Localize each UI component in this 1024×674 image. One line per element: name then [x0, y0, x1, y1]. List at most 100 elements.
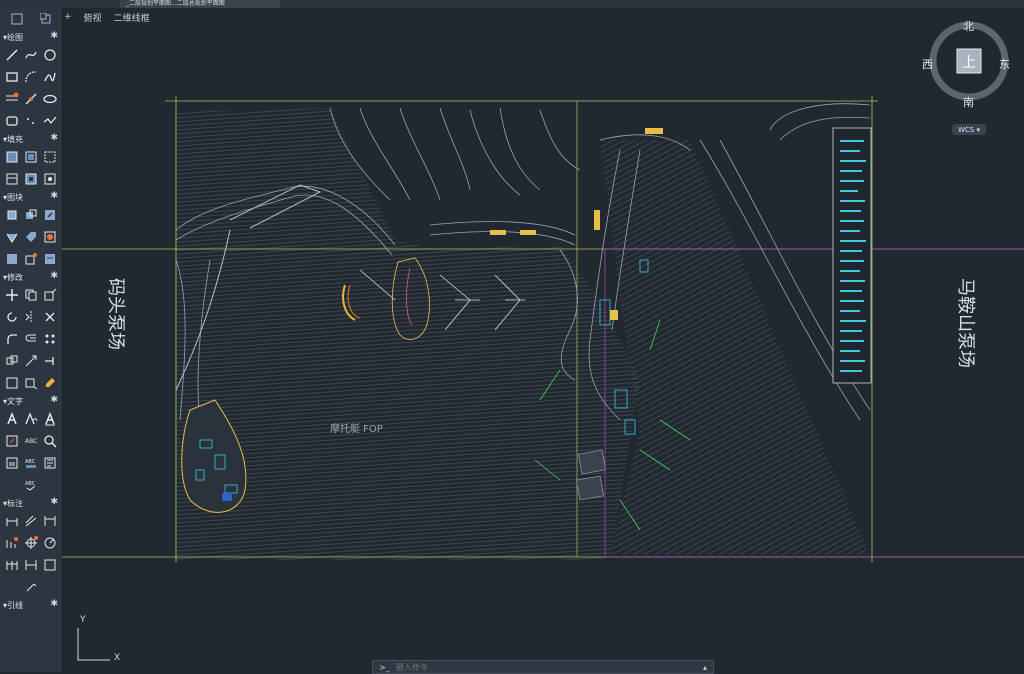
aligned-dim-icon[interactable] [24, 514, 38, 528]
viewcube[interactable]: 北 南 东 西 上 [922, 18, 1012, 109]
explode-icon[interactable] [5, 354, 19, 368]
ordinate-dim-icon[interactable] [43, 514, 57, 528]
erase-icon[interactable] [43, 376, 57, 390]
drawing-tab[interactable]: _二层规划平面图...二层总规划平面图 [120, 0, 280, 8]
hatch-icon[interactable] [5, 92, 19, 106]
break-icon[interactable] [24, 376, 38, 390]
text-align-icon[interactable]: ABC [24, 456, 38, 470]
layout-icon[interactable] [39, 12, 53, 26]
viewcube-east[interactable]: 东 [999, 56, 1010, 72]
radius-dim-icon[interactable] [43, 536, 57, 550]
image-icon[interactable] [24, 172, 38, 186]
point-icon[interactable] [24, 114, 38, 128]
section-block-header[interactable]: ▾ 图块 ✱ [0, 190, 62, 204]
rotate-icon[interactable] [5, 310, 19, 324]
copy-icon[interactable] [24, 288, 38, 302]
block-palette-icon[interactable] [5, 252, 19, 266]
tool-row [0, 110, 62, 132]
gear-icon[interactable]: ✱ [50, 31, 58, 41]
fillet-icon[interactable] [5, 332, 19, 346]
block-define-icon[interactable] [43, 230, 57, 244]
wcs-menu-button[interactable]: WCS ▾ [952, 124, 986, 135]
table-icon[interactable] [5, 172, 19, 186]
arc-icon[interactable] [24, 70, 38, 84]
drawing-canvas[interactable]: 码头泵场 马鞍山泵场 摩托艇 FOP Y X [62, 24, 1024, 672]
view-menu-button[interactable]: 俯视 [82, 11, 104, 24]
tool-row [0, 408, 62, 430]
attribute-icon[interactable] [5, 230, 19, 244]
xref-icon[interactable] [24, 252, 38, 266]
ellipse-icon[interactable] [43, 92, 57, 106]
offset-icon[interactable] [24, 332, 38, 346]
tool-row [0, 88, 62, 110]
section-draw-header[interactable]: ▾ 绘图 ✱ [0, 30, 62, 44]
dim-style-icon[interactable] [24, 558, 38, 572]
section-hatch-header[interactable]: ▾ 填充 ✱ [0, 132, 62, 146]
gear-icon[interactable]: ✱ [50, 497, 58, 507]
gear-icon[interactable]: ✱ [50, 191, 58, 201]
single-text-icon[interactable] [43, 412, 57, 426]
spell-check-icon[interactable]: ABC [24, 434, 38, 448]
viewcube-north[interactable]: 北 [963, 18, 974, 34]
frame-icon[interactable] [43, 172, 57, 186]
move-icon[interactable] [5, 288, 19, 302]
hatch-fill-icon[interactable] [5, 150, 19, 164]
tag-icon[interactable] [24, 230, 38, 244]
trim-icon[interactable] [43, 310, 57, 324]
section-modify-header[interactable]: ▾ 修改 ✱ [0, 270, 62, 284]
quick-dim-icon[interactable] [24, 580, 38, 594]
tool-row [0, 44, 62, 66]
label-right-terminal: 马鞍山泵场 [955, 278, 976, 368]
visual-style-button[interactable]: 二维线框 [112, 11, 152, 24]
mirror-icon[interactable] [24, 310, 38, 324]
stretch-icon[interactable] [43, 288, 57, 302]
block-attributes-icon[interactable] [43, 252, 57, 266]
gear-icon[interactable]: ✱ [50, 599, 58, 609]
section-leader-header[interactable]: ▾ 引线 ✱ [0, 598, 62, 612]
rectangle-icon[interactable] [5, 70, 19, 84]
linear-dim-icon[interactable] [5, 514, 19, 528]
viewcube-south[interactable]: 南 [963, 94, 974, 110]
block-editor-icon[interactable] [43, 208, 57, 222]
viewport-controls: + 俯视 二维线框 [62, 10, 152, 24]
gear-icon[interactable]: ✱ [50, 395, 58, 405]
align-icon[interactable] [5, 376, 19, 390]
polyline-icon[interactable] [24, 48, 38, 62]
viewcube-top-face[interactable]: 上 [962, 52, 976, 72]
edit-text-icon[interactable] [5, 434, 19, 448]
gear-icon[interactable]: ✱ [50, 133, 58, 143]
dim-edit-icon[interactable] [43, 558, 57, 572]
boundary-icon[interactable] [43, 150, 57, 164]
viewport-menu-button[interactable]: + [62, 12, 74, 22]
text-style-icon[interactable] [24, 412, 38, 426]
command-history-icon[interactable]: ▴ [697, 663, 713, 672]
line-icon[interactable] [5, 48, 19, 62]
viewcube-west[interactable]: 西 [922, 56, 933, 72]
region-icon[interactable] [5, 114, 19, 128]
continue-dim-icon[interactable] [5, 558, 19, 572]
extend-icon[interactable] [43, 354, 57, 368]
create-block-icon[interactable] [24, 208, 38, 222]
find-text-icon[interactable] [43, 434, 57, 448]
wipeout-icon[interactable] [43, 114, 57, 128]
circle-icon[interactable] [43, 48, 57, 62]
gradient-icon[interactable] [24, 150, 38, 164]
command-input[interactable] [395, 662, 697, 672]
center-mark-icon[interactable] [24, 536, 38, 550]
array-icon[interactable] [43, 332, 57, 346]
section-dimension-header[interactable]: ▾ 标注 ✱ [0, 496, 62, 510]
new-tab-icon[interactable] [10, 12, 24, 26]
ray-icon[interactable] [24, 92, 38, 106]
baseline-dim-icon[interactable] [5, 536, 19, 550]
tool-row [0, 284, 62, 306]
text-frame-icon[interactable] [5, 456, 19, 470]
mtext-icon[interactable] [5, 412, 19, 426]
scale-icon[interactable] [24, 354, 38, 368]
tool-row [0, 66, 62, 88]
field-icon[interactable]: ABC [24, 478, 38, 492]
insert-block-icon[interactable] [5, 208, 19, 222]
section-text-header[interactable]: ▾ 文字 ✱ [0, 394, 62, 408]
text-mask-icon[interactable] [43, 456, 57, 470]
spline-icon[interactable] [43, 70, 57, 84]
gear-icon[interactable]: ✱ [50, 271, 58, 281]
